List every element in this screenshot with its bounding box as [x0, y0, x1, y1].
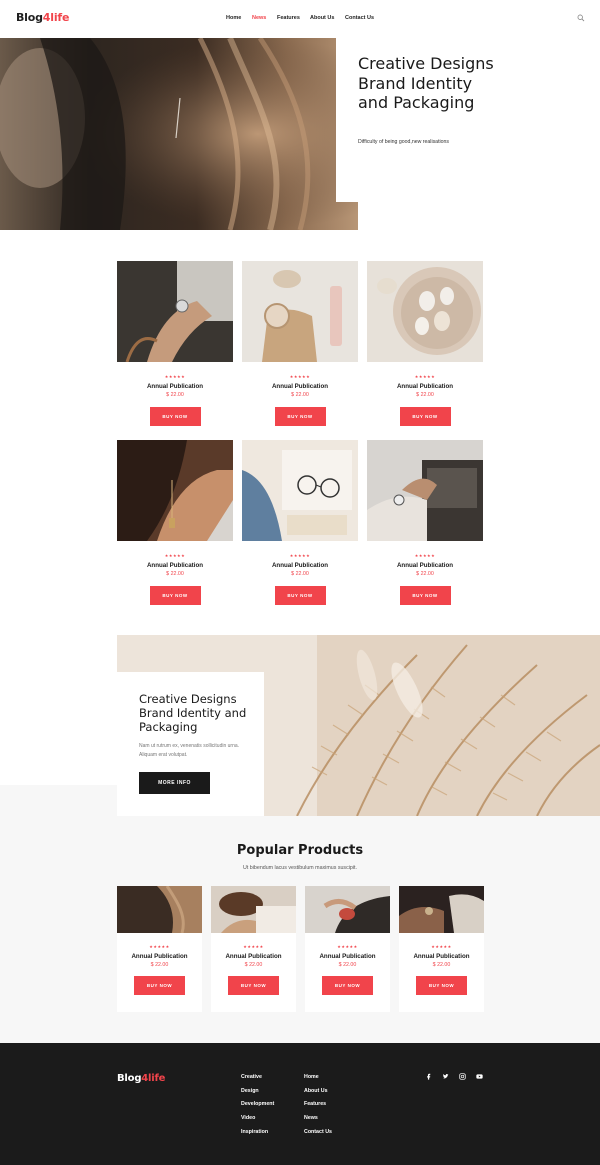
product-image[interactable] — [117, 261, 233, 362]
footer-link-creative[interactable]: Creative — [241, 1074, 262, 1080]
rating-stars: ★★★★★ — [243, 944, 264, 949]
product-card: ★★★★★ Annual Publication $ 22.00 BUY NOW — [117, 261, 233, 426]
nav-about-us[interactable]: About Us — [310, 15, 334, 21]
more-info-button[interactable]: MORE INFO — [139, 772, 210, 794]
product-title[interactable]: Annual Publication — [117, 383, 233, 390]
buy-now-button[interactable]: BUY NOW — [149, 407, 201, 426]
product-image[interactable] — [367, 440, 483, 541]
product-title[interactable]: Annual Publication — [211, 953, 296, 960]
footer-link-development[interactable]: Development — [241, 1101, 274, 1107]
feature-description: Nam ut rutrum ex, venenatis sollicitudin… — [139, 743, 240, 758]
nav-contact-us[interactable]: Contact Us — [345, 15, 374, 21]
rating-stars: ★★★★★ — [289, 553, 311, 558]
product-image[interactable] — [399, 886, 484, 933]
product-title[interactable]: Annual Publication — [242, 383, 358, 390]
product-price: $ 22.00 — [166, 571, 184, 577]
product-price: $ 22.00 — [244, 962, 263, 968]
product-price: $ 22.00 — [150, 962, 169, 968]
hero-image — [0, 38, 358, 230]
nav-home[interactable]: Home — [226, 15, 241, 21]
product-card: ★★★★★ Annual Publication $ 22.00 BUY NOW — [117, 440, 233, 605]
rating-stars: ★★★★★ — [414, 374, 436, 379]
product-title[interactable]: Annual Publication — [367, 383, 483, 390]
youtube-icon[interactable] — [476, 1073, 483, 1080]
footer-brand-logo[interactable]: Blog4life — [117, 1073, 165, 1084]
brand-logo[interactable]: Blog4life — [16, 11, 69, 24]
product-price: $ 22.00 — [432, 962, 451, 968]
product-title[interactable]: Annual Publication — [117, 562, 233, 569]
footer — [0, 1043, 600, 1165]
facebook-icon[interactable] — [425, 1073, 432, 1080]
brand-logo-main: Blog — [16, 11, 43, 24]
rating-stars: ★★★★★ — [289, 374, 311, 379]
buy-now-button[interactable]: BUY NOW — [274, 586, 326, 605]
product-price: $ 22.00 — [291, 571, 309, 577]
top-navigation: Blog4life Home News Features About Us Co… — [0, 0, 600, 38]
buy-now-button[interactable]: BUY NOW — [399, 407, 451, 426]
product-price: $ 22.00 — [416, 571, 434, 577]
product-title[interactable]: Annual Publication — [367, 562, 483, 569]
buy-now-button[interactable]: BUY NOW — [399, 586, 451, 605]
rating-stars: ★★★★★ — [164, 374, 186, 379]
product-image[interactable] — [211, 886, 296, 933]
product-title[interactable]: Annual Publication — [242, 562, 358, 569]
footer-link-video[interactable]: Video — [241, 1115, 255, 1121]
footer-logo-accent: 4life — [141, 1073, 166, 1084]
popular-products-title: Popular Products — [236, 843, 364, 858]
buy-now-button[interactable]: BUY NOW — [228, 976, 279, 995]
footer-link-contact-us[interactable]: Contact Us — [304, 1129, 332, 1135]
rating-stars: ★★★★★ — [431, 944, 452, 949]
footer-link-inspiration[interactable]: Inspiration — [241, 1129, 268, 1135]
popular-product-card: ★★★★★ Annual Publication $ 22.00 BUY NOW — [305, 886, 390, 1012]
popular-section-background — [0, 785, 600, 1043]
product-card: ★★★★★ Annual Publication $ 22.00 BUY NOW — [367, 440, 483, 605]
product-image[interactable] — [242, 261, 358, 362]
rating-stars: ★★★★★ — [164, 553, 186, 558]
popular-product-card: ★★★★★ Annual Publication $ 22.00 BUY NOW — [399, 886, 484, 1012]
footer-link-about-us[interactable]: About Us — [304, 1088, 328, 1094]
hero-title: Creative Designs Brand Identity and Pack… — [358, 54, 494, 112]
buy-now-button[interactable]: BUY NOW — [322, 976, 373, 995]
rating-stars: ★★★★★ — [414, 553, 436, 558]
footer-logo-main: Blog — [117, 1073, 142, 1084]
feature-title: Creative Designs Brand Identity and Pack… — [139, 692, 247, 734]
product-image[interactable] — [367, 261, 483, 362]
buy-now-button[interactable]: BUY NOW — [149, 586, 201, 605]
hero-subtitle: Difficulty of being good,new realisation… — [358, 139, 450, 145]
product-image[interactable] — [242, 440, 358, 541]
footer-link-news[interactable]: News — [304, 1115, 318, 1121]
product-price: $ 22.00 — [338, 962, 357, 968]
product-image[interactable] — [117, 440, 233, 541]
product-price: $ 22.00 — [166, 392, 184, 398]
product-image[interactable] — [305, 886, 390, 933]
product-price: $ 22.00 — [291, 392, 309, 398]
brand-logo-accent: 4life — [42, 11, 70, 24]
product-card: ★★★★★ Annual Publication $ 22.00 BUY NOW — [242, 261, 358, 426]
product-title[interactable]: Annual Publication — [117, 953, 202, 960]
buy-now-button[interactable]: BUY NOW — [134, 976, 185, 995]
product-title[interactable]: Annual Publication — [305, 953, 390, 960]
popular-products-subtitle: Ut bibendum lacus vestibulum maximus sus… — [243, 865, 357, 871]
product-card: ★★★★★ Annual Publication $ 22.00 BUY NOW — [242, 440, 358, 605]
product-price: $ 22.00 — [416, 392, 434, 398]
nav-features[interactable]: Features — [277, 15, 300, 21]
twitter-icon[interactable] — [442, 1073, 449, 1080]
footer-link-features[interactable]: Features — [304, 1101, 326, 1107]
search-icon[interactable] — [577, 14, 585, 22]
popular-product-card: ★★★★★ Annual Publication $ 22.00 BUY NOW — [117, 886, 202, 1012]
instagram-icon[interactable] — [459, 1073, 466, 1080]
rating-stars: ★★★★★ — [149, 944, 170, 949]
buy-now-button[interactable]: BUY NOW — [416, 976, 467, 995]
nav-news[interactable]: News — [252, 15, 266, 21]
rating-stars: ★★★★★ — [337, 944, 358, 949]
popular-product-card: ★★★★★ Annual Publication $ 22.00 BUY NOW — [211, 886, 296, 1012]
product-card: ★★★★★ Annual Publication $ 22.00 BUY NOW — [367, 261, 483, 426]
product-title[interactable]: Annual Publication — [399, 953, 484, 960]
buy-now-button[interactable]: BUY NOW — [274, 407, 326, 426]
footer-link-design[interactable]: Design — [241, 1088, 259, 1094]
footer-link-home[interactable]: Home — [304, 1074, 319, 1080]
product-image[interactable] — [117, 886, 202, 933]
